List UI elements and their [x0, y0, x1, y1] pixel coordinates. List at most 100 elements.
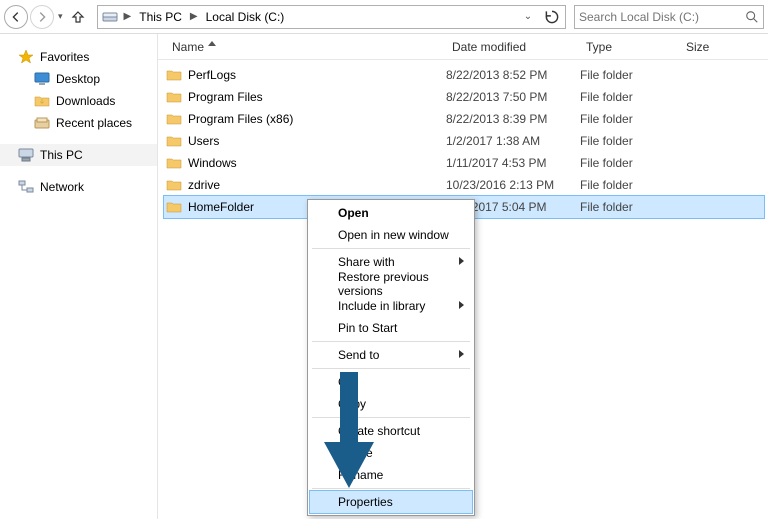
nav-group-label: Favorites	[40, 50, 89, 64]
search-box[interactable]	[574, 5, 764, 29]
file-row[interactable]: PerfLogs 8/22/2013 8:52 PMFile folder	[164, 64, 764, 86]
menu-item-label: Include in library	[338, 299, 425, 313]
breadcrumb-localdisk[interactable]: Local Disk (C:)	[204, 10, 287, 24]
menu-item[interactable]: Send to	[310, 344, 472, 366]
file-date: 8/22/2013 7:50 PM	[446, 90, 580, 104]
search-icon	[745, 10, 759, 24]
folder-icon	[166, 111, 182, 127]
file-row[interactable]: zdrive 10/23/2016 2:13 PMFile folder	[164, 174, 764, 196]
menu-item-label: Create shortcut	[338, 424, 420, 438]
file-date: 1/2/2017 1:38 AM	[446, 134, 580, 148]
column-header-date[interactable]: Date modified	[444, 40, 578, 54]
history-dropdown-icon[interactable]: ▾	[56, 11, 65, 22]
column-label: Type	[586, 40, 612, 54]
menu-item[interactable]: Pin to Start	[310, 317, 472, 339]
column-header-name[interactable]: Name	[164, 40, 444, 54]
menu-item-label: Rename	[338, 468, 383, 482]
nav-item-desktop[interactable]: Desktop	[0, 68, 157, 90]
menu-item[interactable]: Restore previous versions	[310, 273, 472, 295]
file-type: File folder	[580, 156, 680, 170]
back-button[interactable]	[4, 5, 28, 29]
nav-item-label: Recent places	[56, 116, 132, 130]
column-label: Size	[686, 40, 709, 54]
address-dropdown-icon[interactable]: ⌄	[519, 8, 537, 26]
nav-network[interactable]: Network	[0, 176, 157, 198]
nav-favorites[interactable]: Favorites	[0, 46, 157, 68]
folder-icon	[166, 199, 182, 215]
folder-icon	[166, 67, 182, 83]
refresh-icon[interactable]	[543, 8, 561, 26]
file-row[interactable]: Windows1/11/2017 4:53 PMFile folder	[164, 152, 764, 174]
menu-item[interactable]: Rename	[310, 464, 472, 486]
file-row[interactable]: Users1/2/2017 1:38 AMFile folder	[164, 130, 764, 152]
nav-item-downloads[interactable]: Downloads	[0, 90, 157, 112]
menu-item[interactable]: Create shortcut	[310, 420, 472, 442]
chevron-right-icon[interactable]: ▶	[188, 11, 200, 22]
back-arrow-icon	[9, 10, 23, 24]
column-header-size[interactable]: Size	[678, 40, 758, 54]
menu-item-label: Delete	[338, 446, 373, 460]
address-bar[interactable]: ▶ This PC ▶ Local Disk (C:) ⌄	[97, 5, 566, 29]
menu-item[interactable]: Open in new window	[310, 224, 472, 246]
nav-group-label: This PC	[40, 148, 83, 162]
context-menu: OpenOpen in new windowShare withRestore …	[307, 199, 475, 516]
chevron-right-icon	[459, 301, 464, 309]
menu-item[interactable]: Properties	[310, 491, 472, 513]
file-name: zdrive	[188, 178, 220, 192]
nav-thispc[interactable]: This PC	[0, 144, 157, 166]
file-row[interactable]: Program Files (x86)8/22/2013 8:39 PMFile…	[164, 108, 764, 130]
folder-icon	[166, 133, 182, 149]
recent-icon	[34, 115, 50, 131]
menu-item[interactable]: Cut	[310, 371, 472, 393]
file-name: PerfLogs	[188, 68, 236, 82]
menu-separator	[312, 417, 470, 418]
sort-ascending-icon	[208, 41, 216, 49]
menu-item-label: Open	[338, 206, 369, 220]
file-type: File folder	[580, 90, 680, 104]
downloads-icon	[34, 93, 50, 109]
file-name: Program Files (x86)	[188, 112, 293, 126]
menu-item[interactable]: Open	[310, 202, 472, 224]
search-input[interactable]	[579, 10, 745, 24]
navigation-pane: Favorites Desktop Downloads Recent place…	[0, 34, 158, 519]
menu-item[interactable]: Include in library	[310, 295, 472, 317]
file-type: File folder	[580, 178, 680, 192]
menu-separator	[312, 368, 470, 369]
breadcrumb-label: This PC	[139, 10, 182, 24]
file-type: File folder	[580, 200, 680, 214]
up-arrow-icon	[70, 9, 86, 25]
up-button[interactable]	[67, 6, 89, 28]
nav-group-label: Network	[40, 180, 84, 194]
file-date: 8/22/2013 8:52 PM	[446, 68, 580, 82]
menu-item-label: Pin to Start	[338, 321, 397, 335]
breadcrumb-label: Local Disk (C:)	[206, 10, 285, 24]
file-type: File folder	[580, 68, 680, 82]
column-headers: Name Date modified Type Size	[158, 34, 768, 60]
drive-icon	[102, 9, 118, 25]
column-label: Date modified	[452, 40, 526, 54]
breadcrumb-thispc[interactable]: This PC	[137, 10, 184, 24]
column-label: Name	[172, 40, 204, 54]
menu-item[interactable]: Copy	[310, 393, 472, 415]
menu-separator	[312, 341, 470, 342]
menu-item-label: Copy	[338, 397, 366, 411]
chevron-right-icon[interactable]: ▶	[122, 11, 134, 22]
menu-separator	[312, 248, 470, 249]
menu-item[interactable]: Delete	[310, 442, 472, 464]
nav-item-recent[interactable]: Recent places	[0, 112, 157, 134]
forward-arrow-icon	[35, 10, 49, 24]
menu-item-label: Restore previous versions	[338, 270, 452, 298]
menu-item-label: Open in new window	[338, 228, 449, 242]
network-icon	[18, 179, 34, 195]
forward-button[interactable]	[30, 5, 54, 29]
folder-icon	[166, 177, 182, 193]
file-row[interactable]: Program Files 8/22/2013 7:50 PMFile folde…	[164, 86, 764, 108]
file-date: 10/23/2016 2:13 PM	[446, 178, 580, 192]
column-header-type[interactable]: Type	[578, 40, 678, 54]
menu-separator	[312, 488, 470, 489]
file-name: HomeFolder	[188, 200, 254, 214]
file-name: Program Files	[188, 90, 263, 104]
file-date: 8/22/2013 8:39 PM	[446, 112, 580, 126]
nav-item-label: Desktop	[56, 72, 100, 86]
chevron-right-icon	[459, 350, 464, 358]
